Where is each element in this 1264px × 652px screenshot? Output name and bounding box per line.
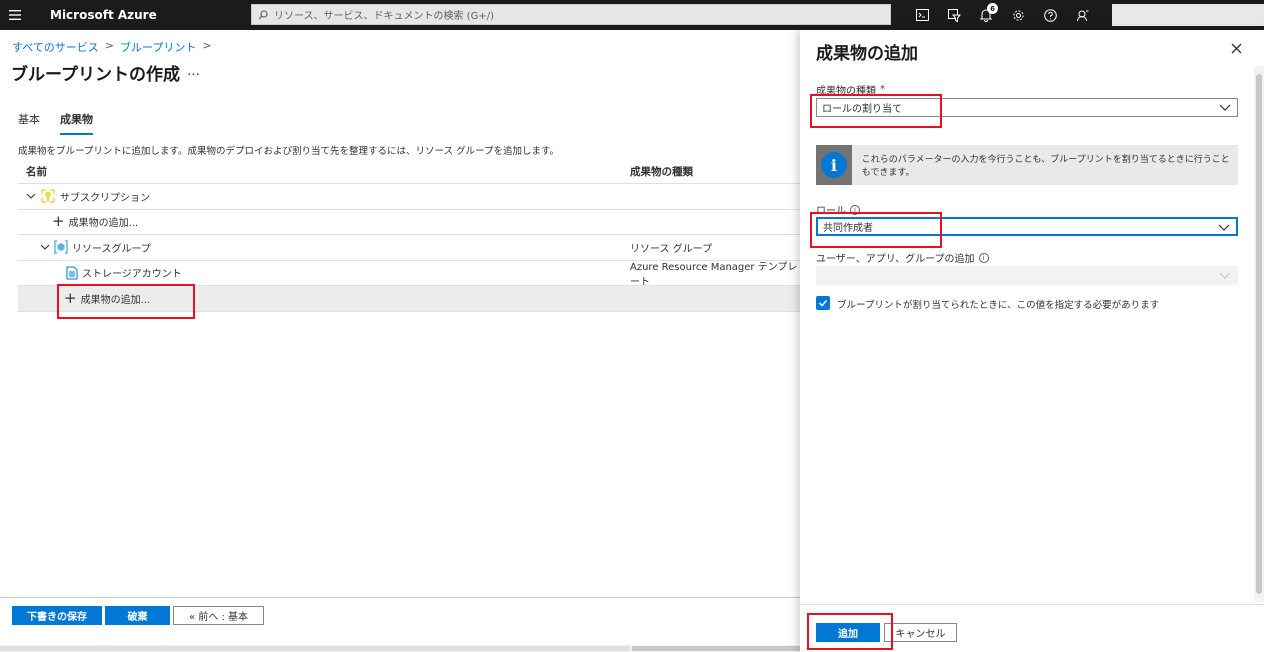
chevron-down-icon — [1219, 272, 1231, 279]
row-name: ストレージアカウント — [66, 265, 182, 280]
page-title: ブループリントの作成 — [11, 65, 180, 85]
row-name: + 成果物の追加... — [52, 212, 139, 231]
require-value-label: ブループリントが割り当てられたときに、この値を指定する必要があります — [837, 300, 1160, 311]
users-label: ユーザー、アプリ、グループの追加 i — [816, 250, 989, 265]
table-row-resource-group[interactable]: リソースグループ リソース グループ — [18, 235, 800, 261]
plus-icon: + — [52, 212, 65, 231]
tab-basics[interactable]: 基本 — [18, 111, 40, 135]
hamburger-menu-icon[interactable] — [0, 0, 30, 30]
info-banner: i これらのパラメーターの入力を今行うことも、ブループリントを割り当てるときに行… — [816, 145, 1238, 185]
row-label: リソースグループ — [72, 243, 151, 255]
checkmark-icon — [818, 299, 828, 307]
account-button[interactable] — [1112, 4, 1264, 26]
users-label-text: ユーザー、アプリ、グループの追加 — [816, 254, 975, 265]
chevron-down-icon[interactable] — [26, 192, 36, 200]
chevron-right-icon: > — [104, 39, 115, 52]
scrollbar-thumb[interactable] — [1256, 74, 1262, 594]
feedback-icon[interactable] — [1066, 0, 1098, 30]
footer-divider — [0, 597, 800, 598]
chevron-down-icon — [1219, 104, 1231, 111]
template-document-icon — [66, 266, 78, 280]
row-type: リソース グループ — [630, 243, 713, 255]
row-label: サブスクリプション — [60, 192, 150, 204]
horizontal-scrollbar[interactable] — [0, 645, 800, 652]
table-header: 名前 成果物の種類 — [18, 160, 800, 184]
subscription-key-icon — [41, 189, 55, 203]
notification-badge: 6 — [987, 3, 998, 14]
notifications-bell-icon[interactable]: 6 — [970, 0, 1002, 30]
highlight-box — [810, 94, 942, 128]
brand-title[interactable]: Microsoft Azure — [50, 8, 250, 22]
header-artifact-type: 成果物の種類 — [630, 166, 693, 178]
info-text: これらのパラメーターの入力を今行うことも、ブループリントを割り当てるときに行うこ… — [861, 155, 1230, 178]
artifacts-description: 成果物をブループリントに追加します。成果物のデプロイおよび割り当て先を整理するに… — [18, 146, 560, 157]
require-value-checkbox[interactable] — [816, 296, 830, 310]
top-icons: 6 — [906, 0, 1098, 30]
cloud-shell-icon[interactable] — [906, 0, 938, 30]
table-row-storage-account[interactable]: ストレージアカウント Azure Resource Manager テンプレート — [18, 261, 800, 288]
global-search-input[interactable]: リソース、サービス、ドキュメントの検索 (G+/) — [251, 4, 891, 25]
chevron-right-icon: > — [202, 39, 212, 52]
discard-button[interactable]: 破棄 — [105, 606, 170, 625]
more-options-button[interactable]: … — [187, 64, 200, 79]
panel-title: 成果物の追加 — [816, 44, 918, 64]
row-name: サブスクリプション — [26, 188, 150, 204]
breadcrumb-blueprints[interactable]: ブループリント — [120, 39, 196, 55]
cancel-button[interactable]: キャンセル — [884, 623, 957, 642]
directory-filter-icon[interactable] — [938, 0, 970, 30]
save-draft-button[interactable]: 下書きの保存 — [12, 606, 102, 625]
chevron-down-icon[interactable] — [40, 243, 50, 251]
header-name: 名前 — [26, 166, 47, 178]
row-name: リソースグループ — [40, 240, 151, 255]
highlight-box — [807, 613, 893, 650]
add-artifact-link[interactable]: 成果物の追加... — [69, 214, 139, 229]
row-type: Azure Resource Manager テンプレート — [630, 261, 798, 288]
panel-footer-divider — [800, 604, 1264, 605]
highlight-box — [810, 212, 942, 248]
breadcrumb-all-services[interactable]: すべてのサービス — [12, 39, 99, 55]
vertical-scrollbar[interactable] — [1254, 66, 1264, 602]
previous-button[interactable]: « 前へ : 基本 — [173, 606, 264, 625]
chevron-down-icon — [1218, 224, 1230, 231]
search-placeholder: リソース、サービス、ドキュメントの検索 (G+/) — [274, 11, 494, 22]
resource-group-icon — [54, 240, 68, 254]
scrollbar-track — [0, 646, 630, 651]
settings-gear-icon[interactable] — [1002, 0, 1034, 30]
help-icon[interactable] — [1034, 0, 1066, 30]
tab-bar: 基本 成果物 — [18, 111, 93, 135]
close-icon[interactable] — [1231, 40, 1242, 58]
tab-artifacts[interactable]: 成果物 — [60, 111, 93, 135]
users-dropdown[interactable] — [816, 266, 1238, 285]
table-row-add-artifact-subscription[interactable]: + 成果物の追加... — [18, 210, 800, 235]
info-icon: i — [816, 145, 852, 185]
highlight-box — [57, 284, 195, 319]
table-row-subscription[interactable]: サブスクリプション — [18, 184, 800, 210]
row-label: ストレージアカウント — [82, 269, 182, 281]
info-tooltip-icon[interactable]: i — [978, 252, 989, 263]
breadcrumb: すべてのサービス > ブループリント > — [12, 39, 212, 55]
scrollbar-thumb[interactable] — [632, 646, 800, 651]
search-icon — [258, 9, 268, 19]
